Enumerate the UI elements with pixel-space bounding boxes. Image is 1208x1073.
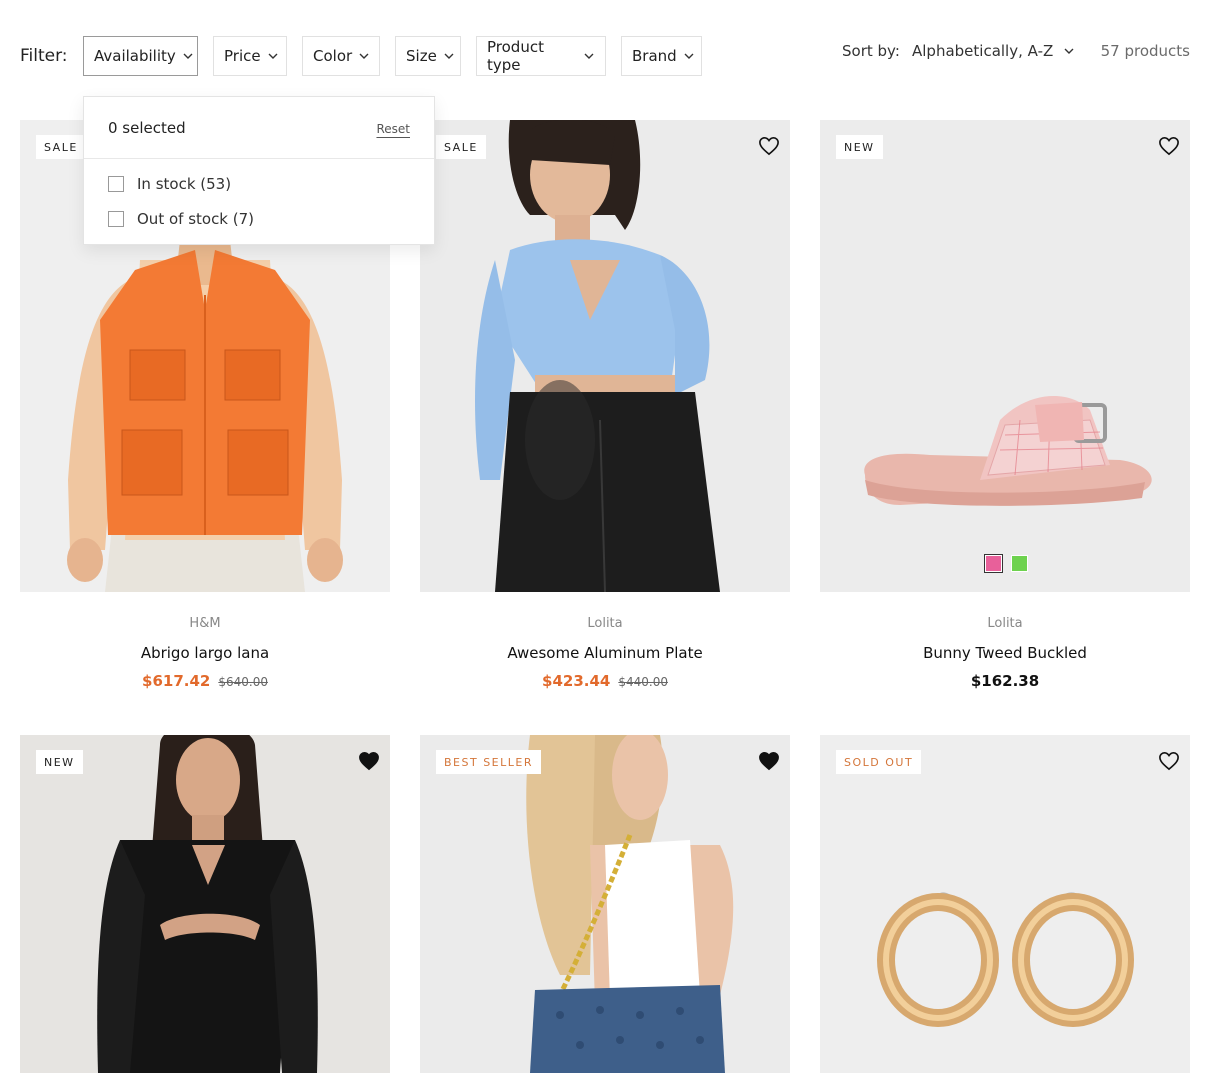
brand-filter-button[interactable]: Brand xyxy=(621,36,702,76)
chevron-down-icon xyxy=(684,53,694,59)
chevron-down-icon xyxy=(444,53,454,59)
product-price: $423.44 $440.00 xyxy=(420,672,790,690)
product-card[interactable]: NEW Lolita Bunny Tweed Buckled $162.38 xyxy=(820,120,1190,700)
availability-filter-label: Availability xyxy=(94,47,176,65)
product-image[interactable] xyxy=(20,735,390,1073)
product-badge: BEST SELLER xyxy=(436,750,541,774)
size-filter-button[interactable]: Size xyxy=(395,36,461,76)
product-card[interactable]: NEW xyxy=(20,735,390,1073)
dropdown-header: 0 selected Reset xyxy=(84,97,434,159)
product-image[interactable] xyxy=(420,120,790,592)
chevron-down-icon xyxy=(183,53,193,59)
heart-icon[interactable] xyxy=(758,136,780,156)
product-type-filter-label: Product type xyxy=(487,38,544,74)
product-image[interactable] xyxy=(420,735,790,1073)
chevron-down-icon xyxy=(268,53,278,59)
reset-link[interactable]: Reset xyxy=(376,122,410,136)
sort-label: Sort by: xyxy=(842,42,900,60)
product-type-filter-button[interactable]: Product type xyxy=(476,36,606,76)
color-swatch-pink[interactable] xyxy=(984,554,1003,573)
selected-count: 0 selected xyxy=(108,119,186,137)
regular-price: $162.38 xyxy=(970,672,1040,690)
product-count: 57 products xyxy=(1100,42,1190,60)
product-badge: SOLD OUT xyxy=(836,750,922,774)
heart-filled-icon[interactable] xyxy=(758,751,780,771)
sort-value: Alphabetically, A-Z xyxy=(912,42,1054,60)
product-title[interactable]: Abrigo largo lana xyxy=(20,644,390,662)
denim-bag-image xyxy=(420,735,790,1073)
sale-price: $423.44 xyxy=(542,672,611,690)
product-image[interactable] xyxy=(820,735,1190,1073)
product-badge: NEW xyxy=(836,135,883,159)
filter-label: Filter: xyxy=(20,46,68,66)
out-of-stock-option[interactable]: Out of stock (7) xyxy=(108,210,254,228)
product-card[interactable]: SALE Lolita Awesome Aluminum Plate $423.… xyxy=(420,120,790,700)
color-swatches xyxy=(984,554,1028,573)
chevron-down-icon xyxy=(359,53,369,59)
in-stock-option[interactable]: In stock (53) xyxy=(108,175,231,193)
product-price: $617.42 $640.00 xyxy=(20,672,390,690)
color-swatch-green[interactable] xyxy=(1011,555,1028,572)
product-vendor: Lolita xyxy=(587,616,623,631)
product-price: $162.38 xyxy=(820,672,1190,690)
pink-sandal-image xyxy=(820,120,1190,592)
product-vendor: Lolita xyxy=(987,616,1023,631)
chevron-down-icon xyxy=(584,53,594,59)
brand-filter-label: Brand xyxy=(632,47,677,65)
in-stock-label: In stock (53) xyxy=(137,175,232,193)
product-title[interactable]: Awesome Aluminum Plate xyxy=(420,644,790,662)
size-filter-label: Size xyxy=(406,47,437,65)
gold-hoops-image xyxy=(820,735,1190,1073)
availability-dropdown: 0 selected Reset In stock (53) Out of st… xyxy=(83,96,435,245)
color-filter-button[interactable]: Color xyxy=(302,36,380,76)
out-of-stock-label: Out of stock (7) xyxy=(137,210,255,228)
in-stock-checkbox[interactable] xyxy=(108,176,124,192)
availability-filter-button[interactable]: Availability xyxy=(83,36,198,76)
heart-filled-icon[interactable] xyxy=(358,751,380,771)
product-badge: SALE xyxy=(436,135,486,159)
color-filter-label: Color xyxy=(313,47,353,65)
sale-price: $617.42 xyxy=(142,672,211,690)
product-badge: NEW xyxy=(36,750,83,774)
product-image[interactable] xyxy=(820,120,1190,592)
chevron-down-icon xyxy=(1064,48,1074,54)
compare-price: $640.00 xyxy=(218,675,268,689)
heart-icon[interactable] xyxy=(1158,751,1180,771)
product-card[interactable]: BEST SELLER xyxy=(420,735,790,1073)
price-filter-label: Price xyxy=(224,47,261,65)
sort-select[interactable]: Alphabetically, A-Z xyxy=(912,38,1075,64)
heart-icon[interactable] xyxy=(1158,136,1180,156)
blue-sweater-image xyxy=(420,120,790,592)
product-card[interactable]: SOLD OUT xyxy=(820,735,1190,1073)
compare-price: $440.00 xyxy=(618,675,668,689)
price-filter-button[interactable]: Price xyxy=(213,36,287,76)
product-vendor: H&M xyxy=(189,616,221,631)
product-title[interactable]: Bunny Tweed Buckled xyxy=(820,644,1190,662)
black-dress-image xyxy=(20,735,390,1073)
out-of-stock-checkbox[interactable] xyxy=(108,211,124,227)
product-badge: SALE xyxy=(36,135,86,159)
